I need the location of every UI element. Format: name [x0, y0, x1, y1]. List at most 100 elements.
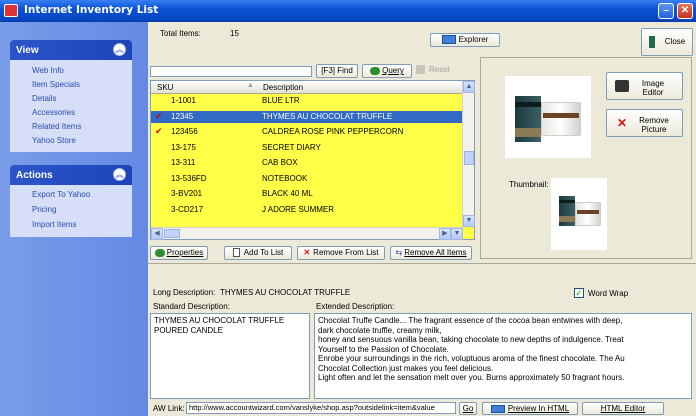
actions-section-body: Export To Yahoo Pricing Import Items	[10, 185, 132, 237]
total-items-label: Total Items:	[160, 29, 201, 38]
link-yahoo-store[interactable]: Yahoo Store	[32, 136, 76, 145]
thumbnail-label: Thumbnail:	[509, 180, 549, 189]
window-title: Internet Inventory List	[24, 4, 159, 16]
page-icon	[232, 248, 240, 258]
sku-cell: 123456	[171, 127, 198, 136]
window-close-button[interactable]: ✕	[677, 3, 693, 19]
html-editor-button[interactable]: HTML Editor	[582, 402, 664, 415]
extended-description-line: Chocolat Collection just makes you feel …	[318, 363, 494, 373]
remove-picture-button[interactable]: ✕ Remove Picture	[606, 109, 683, 137]
grid-horizontal-scrollbar[interactable]: ◀ ▶ ▼	[151, 227, 463, 240]
preview-in-html-button[interactable]: Preview In HTML	[482, 402, 578, 415]
link-related-items[interactable]: Related Items	[32, 122, 81, 131]
browser-icon	[490, 404, 505, 413]
scroll-thumb[interactable]	[464, 151, 474, 165]
aw-link-input[interactable]: http://www.accountwizard.com/vanslyke/sh…	[186, 402, 456, 414]
close-button[interactable]: Close	[641, 28, 693, 56]
query-button[interactable]: Query	[362, 64, 412, 78]
extended-description-line: Light often and let the sensation melt o…	[318, 373, 625, 382]
properties-icon	[154, 248, 165, 257]
reset-button[interactable]: Reset	[416, 64, 466, 78]
actions-section-title: Actions	[16, 170, 53, 181]
table-row[interactable]: ✔ 123456 CALDREA ROSE PINK PEPPERCORN	[151, 126, 463, 138]
image-editor-button[interactable]: Image Editor	[606, 72, 683, 100]
aw-link-label: AW Link:	[153, 404, 185, 413]
properties-button[interactable]: Properties	[150, 246, 208, 260]
description-cell: SECRET DIARY	[262, 142, 321, 152]
extended-description-line: Chocolat Truffe Candle... The fragrant e…	[318, 316, 623, 325]
sku-cell: 1-1001	[171, 96, 196, 105]
column-header-description[interactable]: Description	[259, 81, 463, 94]
sku-cell: 3-CD217	[171, 204, 204, 214]
checkmark-icon: ✔	[155, 126, 163, 136]
word-wrap-label: Word Wrap	[588, 289, 629, 298]
inventory-grid: SKU ▲ Description 1-1001 BLUE LTR ✔ 12345 TH…	[150, 80, 475, 240]
search-input[interactable]	[150, 66, 312, 77]
description-cell: BLACK 40 ML	[262, 189, 313, 198]
collapse-icon[interactable]: ︽	[113, 168, 126, 181]
scroll-right-icon[interactable]: ▼	[451, 228, 463, 240]
add-to-list-button[interactable]: Add To List	[224, 246, 292, 260]
grid-vertical-scrollbar[interactable]: ▲ ▼	[462, 81, 475, 227]
remove-from-list-button[interactable]: ✕ Remove From List	[297, 246, 385, 260]
red-x-icon: ✕	[303, 248, 311, 257]
collapse-icon[interactable]: ︽	[113, 43, 126, 56]
standard-description-textarea[interactable]: THYMES AU CHOCOLAT TRUFFLE POURED CANDLE	[150, 313, 310, 399]
description-cell: THYMES AU CHOCOLAT TRUFFLE	[262, 111, 393, 121]
hscroll-thumb[interactable]	[164, 229, 180, 238]
view-section-title: View	[16, 45, 39, 56]
table-row[interactable]: 13-311 CAB BOX	[151, 157, 463, 169]
total-items-value: 15	[230, 29, 239, 38]
extended-description-line: honey and sensuous vanilla bean, taking …	[318, 335, 624, 344]
thumbnail-image[interactable]	[551, 178, 607, 250]
long-description-label: Long Description:	[153, 288, 216, 297]
table-row[interactable]: 13-175 SECRET DIARY	[151, 142, 463, 154]
link-web-info[interactable]: Web Info	[32, 66, 64, 75]
link-import-items[interactable]: Import Items	[32, 220, 76, 229]
reset-icon	[416, 65, 425, 75]
description-cell: J ADORE SUMMER	[262, 204, 335, 214]
product-image[interactable]	[505, 76, 591, 158]
camera-icon	[615, 80, 629, 92]
sku-cell: 13-536FD	[171, 173, 207, 183]
standard-description-label: Standard Description:	[153, 302, 230, 311]
column-header-sku[interactable]: SKU ▲	[151, 81, 259, 94]
actions-section-header[interactable]: Actions ︽	[10, 165, 132, 185]
link-details[interactable]: Details	[32, 94, 56, 103]
find-button[interactable]: [F3] Find	[316, 64, 358, 78]
link-pricing[interactable]: Pricing	[32, 205, 56, 214]
long-description-value: THYMES AU CHOCOLAT TRUFFLE	[220, 288, 351, 297]
sku-cell: 13-175	[171, 142, 196, 152]
view-section-header[interactable]: View ︽	[10, 40, 132, 60]
checkmark-icon: ✔	[155, 110, 163, 121]
query-icon	[370, 66, 381, 75]
product-box-graphic	[559, 196, 575, 226]
red-x-icon: ✕	[617, 116, 628, 130]
minimize-button[interactable]: –	[658, 3, 674, 19]
link-item-specials[interactable]: Item Specials	[32, 80, 80, 89]
link-accessories[interactable]: Accessories	[32, 108, 75, 117]
scroll-down-icon[interactable]: ▼	[463, 215, 475, 227]
extended-description-line: Enrobe your surroundings in the rich, vo…	[318, 354, 625, 363]
remove-all-items-button[interactable]: ⇆ Remove All Items	[390, 246, 472, 260]
task-pane: View ︽ Web Info Item Specials Details Ac…	[0, 22, 148, 416]
details-panel: Long Description: THYMES AU CHOCOLAT TRU…	[148, 263, 696, 416]
table-row[interactable]: 3-BV201 BLACK 40 ML	[151, 188, 463, 200]
extended-description-textarea[interactable]: Chocolat Truffe Candle... The fragrant e…	[314, 313, 692, 399]
scroll-left-icon[interactable]: ◀	[151, 228, 163, 240]
app-icon	[4, 4, 18, 17]
word-wrap-checkbox[interactable]: ✓	[574, 288, 584, 298]
extended-description-label: Extended Description:	[316, 302, 395, 311]
table-row[interactable]: ✔ 12345 THYMES AU CHOCOLAT TRUFFLE	[151, 110, 463, 123]
table-row[interactable]: 3-CD217 J ADORE SUMMER	[151, 204, 463, 216]
explorer-button[interactable]: Explorer	[430, 33, 500, 47]
scroll-left-end-icon[interactable]: ▶	[439, 228, 451, 240]
go-button[interactable]: Go	[459, 402, 477, 415]
link-export-to-yahoo[interactable]: Export To Yahoo	[32, 190, 90, 199]
description-cell: CALDREA ROSE PINK PEPPERCORN	[262, 127, 404, 136]
explorer-icon	[441, 35, 456, 45]
scroll-up-icon[interactable]: ▲	[463, 81, 475, 93]
table-row[interactable]: 13-536FD NOTEBOOK	[151, 173, 463, 185]
table-row[interactable]: 1-1001 BLUE LTR	[151, 95, 463, 107]
door-exit-icon	[648, 35, 655, 48]
